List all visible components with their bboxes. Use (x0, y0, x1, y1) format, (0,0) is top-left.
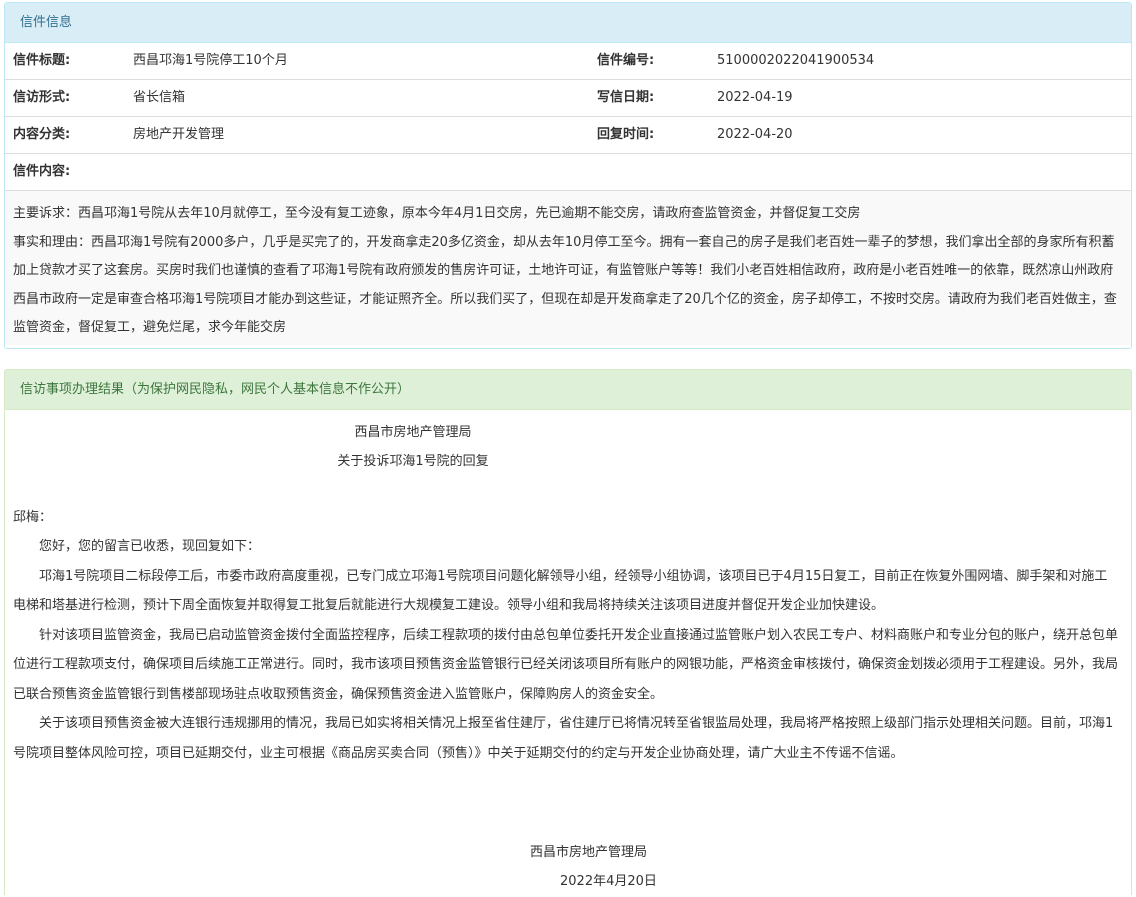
letter-number-label: 信件编号: (597, 53, 655, 68)
letter-form-value: 省长信箱 (133, 90, 186, 105)
letter-number-value: 5100002022041900534 (717, 53, 875, 68)
letter-info-heading: 信件信息 (5, 3, 1131, 43)
letter-date-label: 写信日期: (597, 90, 655, 105)
reply-time-value: 2022-04-20 (717, 127, 793, 142)
reply-org-title: 西昌市房地产管理局 (354, 425, 472, 440)
letter-title-value: 西昌邛海1号院停工10个月 (133, 53, 288, 68)
reply-signature-org: 西昌市房地产管理局 (530, 845, 648, 860)
letter-title-label: 信件标题: (13, 53, 71, 68)
letter-info-panel: 信件信息 信件标题: 西昌邛海1号院停工10个月 信件编号: 510000202… (4, 2, 1132, 349)
info-row-content-label: 信件内容: (5, 154, 1131, 191)
reply-paragraphs: 您好，您的留言已收悉，现回复如下： 邛海1号院项目二标段停工后，市委市政府高度重… (13, 532, 1119, 768)
result-panel: 信访事项办理结果（为保护网民隐私，网民个人基本信息不作公开） 西昌市房地产管理局… (4, 369, 1132, 895)
info-row-category: 内容分类: 房地产开发管理 回复时间: 2022-04-20 (5, 117, 1131, 154)
letter-content-reasons: 事实和理由：西昌邛海1号院有2000多户，几乎是买完了的，开发商拿走20多亿资金… (13, 234, 1117, 336)
letter-content-demand: 主要诉求：西昌邛海1号院从去年10月就停工，至今没有复工迹象，原本今年4月1日交… (13, 206, 861, 221)
result-heading: 信访事项办理结果（为保护网民隐私，网民个人基本信息不作公开） (5, 370, 1131, 410)
letter-category-label: 内容分类: (13, 127, 71, 142)
letter-form-label: 信访形式: (13, 90, 71, 105)
reply-paragraph: 针对该项目监管资金，我局已启动监管资金拨付全面监控程序，后续工程款项的拨付由总包… (13, 627, 1119, 702)
reply-time-label: 回复时间: (597, 127, 655, 142)
letter-content-label: 信件内容: (13, 164, 71, 179)
letter-date-value: 2022-04-19 (717, 90, 793, 105)
reply-subject-title: 关于投诉邛海1号院的回复 (337, 454, 489, 469)
reply-paragraph: 邛海1号院项目二标段停工后，市委市政府高度重视，已专门成立邛海1号院项目问题化解… (13, 568, 1108, 614)
reply-paragraph: 关于该项目预售资金被大连银行违规挪用的情况，我局已如实将相关情况上报至省住建厅，… (13, 716, 1114, 761)
reply-signature-date: 2022年4月20日 (560, 874, 657, 889)
info-row-form: 信访形式: 省长信箱 写信日期: 2022-04-19 (5, 80, 1131, 117)
letter-category-value: 房地产开发管理 (133, 127, 225, 142)
reply-salutation: 邱梅： (13, 510, 53, 525)
reply-paragraph: 您好，您的留言已收悉，现回复如下： (39, 539, 261, 554)
info-row-title: 信件标题: 西昌邛海1号院停工10个月 信件编号: 51000020220419… (5, 43, 1131, 80)
letter-content: 主要诉求：西昌邛海1号院从去年10月就停工，至今没有复工迹象，原本今年4月1日交… (5, 191, 1131, 345)
